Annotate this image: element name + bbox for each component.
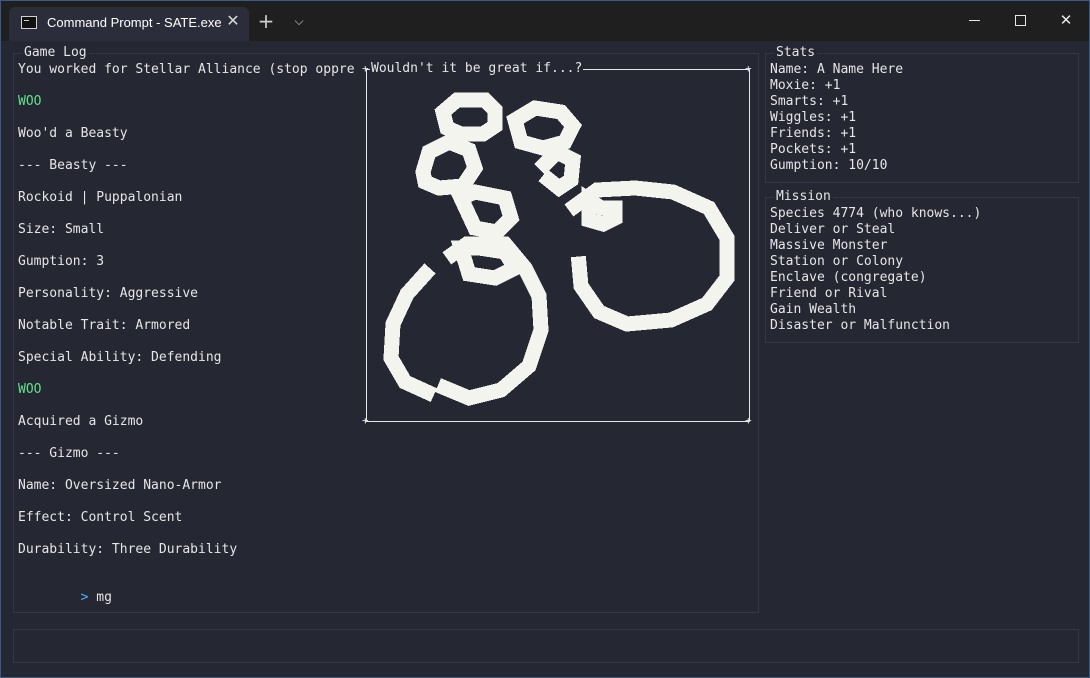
minimize-button[interactable] bbox=[951, 1, 997, 39]
log-line-highlight: WOO bbox=[18, 94, 42, 109]
command-input[interactable]: mg bbox=[96, 590, 112, 605]
log-line: Rockoid | Puppalonian bbox=[18, 190, 183, 205]
minimize-icon bbox=[968, 20, 980, 21]
stat-pockets: Pockets: +1 bbox=[770, 142, 857, 157]
stats-panel: Stats Name: A Name Here Moxie: +1 Smarts… bbox=[765, 45, 1079, 183]
log-line: Woo'd a Beasty bbox=[18, 126, 128, 141]
stats-title: Stats bbox=[774, 45, 818, 61]
mission-item: Deliver or Steal bbox=[770, 222, 896, 237]
new-tab-button[interactable]: + bbox=[253, 9, 279, 33]
log-line: Durability: Three Durability bbox=[18, 542, 238, 557]
game-log-title: Game Log bbox=[22, 45, 89, 61]
chain-link-5 bbox=[534, 142, 581, 198]
log-line: --- Gizmo --- bbox=[18, 446, 120, 461]
mission-item: Disaster or Malfunction bbox=[770, 318, 951, 333]
log-line: Effect: Control Scent bbox=[18, 510, 183, 525]
command-prompt-line[interactable]: > mg bbox=[18, 574, 112, 622]
mission-title: Mission bbox=[774, 189, 833, 205]
chain-link-2 bbox=[506, 100, 582, 156]
terminal-window: Command Prompt - SATE.exe ✕ + ⌵ ✕ Game L… bbox=[0, 0, 1090, 678]
left-cuff-inner bbox=[383, 263, 437, 402]
stat-smarts: Smarts: +1 bbox=[770, 94, 849, 109]
mission-panel: Mission Species 4774 (who knows...) Deli… bbox=[765, 189, 1079, 343]
command-prompt-icon bbox=[21, 16, 37, 29]
maximize-button[interactable] bbox=[997, 1, 1043, 39]
tab-title: Command Prompt - SATE.exe bbox=[47, 15, 222, 30]
log-line: Size: Small bbox=[18, 222, 105, 237]
mission-item: Enclave (congregate) bbox=[770, 270, 927, 285]
title-bar: Command Prompt - SATE.exe ✕ + ⌵ ✕ bbox=[1, 1, 1089, 41]
chain-link-1 bbox=[434, 92, 503, 142]
chain-link-4 bbox=[450, 184, 520, 241]
log-line: Name: Oversized Nano-Armor bbox=[18, 478, 222, 493]
log-line: --- Beasty --- bbox=[18, 158, 128, 173]
log-line: You worked for Stellar Alliance (stop op… bbox=[18, 62, 355, 77]
log-line: Notable Trait: Armored bbox=[18, 318, 191, 333]
left-cuff-top bbox=[450, 240, 526, 286]
terminal-tab[interactable]: Command Prompt - SATE.exe ✕ bbox=[9, 7, 249, 41]
tab-close-icon[interactable]: ✕ bbox=[223, 11, 243, 31]
mission-item: Friend or Rival bbox=[770, 286, 888, 301]
log-line: Personality: Aggressive bbox=[18, 286, 199, 301]
right-cuff-hinge bbox=[581, 185, 623, 233]
mission-item: Species 4774 (who knows...) bbox=[770, 206, 982, 221]
stat-name: Name: A Name Here bbox=[770, 62, 904, 77]
log-line-highlight: WOO bbox=[18, 382, 42, 397]
stat-moxie: Moxie: +1 bbox=[770, 78, 841, 93]
log-line: Gumption: 3 bbox=[18, 254, 105, 269]
close-window-button[interactable]: ✕ bbox=[1043, 1, 1089, 39]
chain-link-3 bbox=[415, 133, 484, 196]
bottom-status-bar bbox=[13, 629, 1079, 663]
handcuffs-icon bbox=[383, 92, 735, 406]
popup-dialog: + + + + Wouldn't it be great if...? bbox=[362, 61, 752, 426]
stat-gumption: Gumption: 10/10 bbox=[770, 158, 888, 173]
prompt-symbol: > bbox=[80, 590, 89, 605]
stat-friends: Friends: +1 bbox=[770, 126, 857, 141]
mission-item: Massive Monster bbox=[770, 238, 888, 253]
stat-wiggles: Wiggles: +1 bbox=[770, 110, 857, 125]
log-line: Special Ability: Defending bbox=[18, 350, 222, 365]
mission-item: Station or Colony bbox=[770, 254, 904, 269]
maximize-icon bbox=[1014, 15, 1026, 26]
mission-item: Gain Wealth bbox=[770, 302, 857, 317]
chevron-down-icon[interactable]: ⌵ bbox=[287, 9, 311, 33]
log-line: Acquired a Gizmo bbox=[18, 414, 144, 429]
